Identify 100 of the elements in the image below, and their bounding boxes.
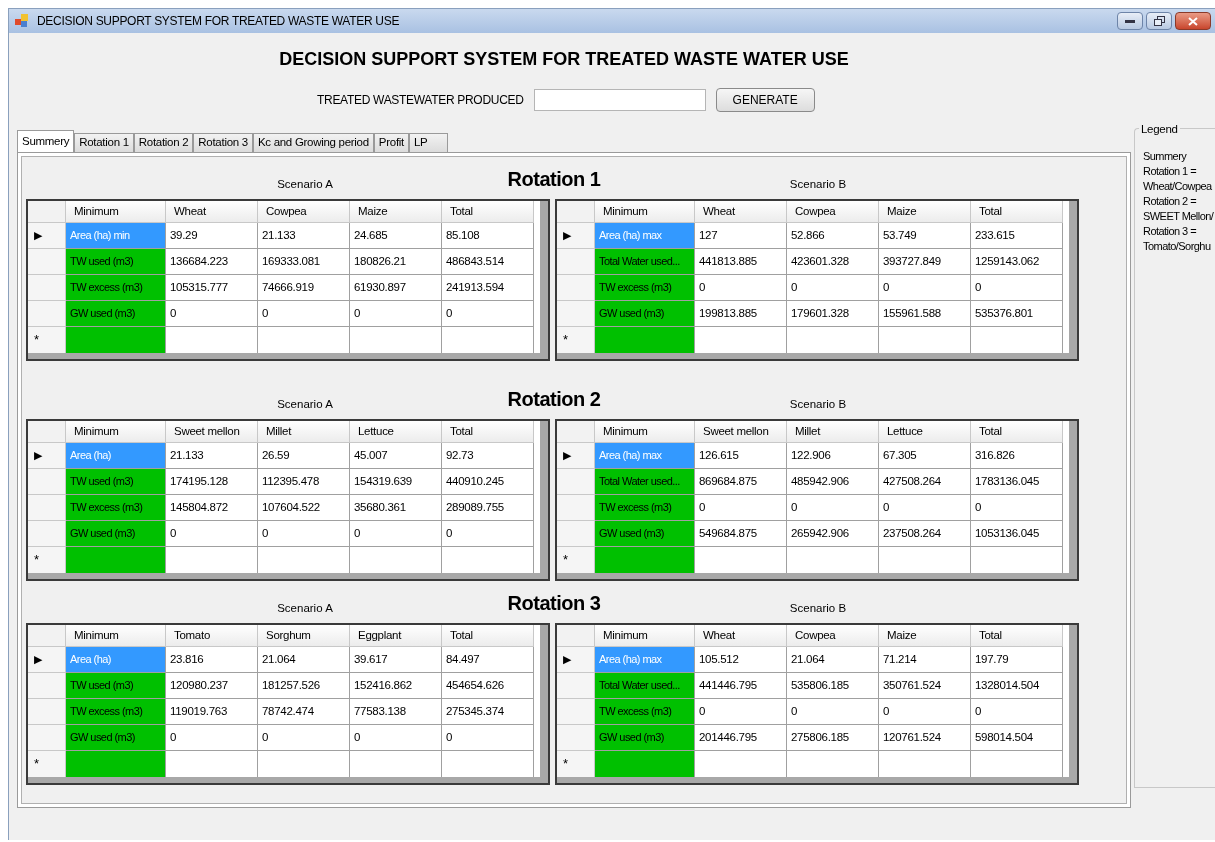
row-label-cell[interactable]: TW excess (m3): [595, 275, 695, 301]
tab[interactable]: Kc and Growing period: [252, 133, 374, 152]
column-header[interactable]: Total: [442, 421, 534, 443]
row-label-cell[interactable]: Total Water used...: [595, 469, 695, 495]
column-header[interactable]: Total: [442, 201, 534, 223]
column-header[interactable]: Tomato: [166, 625, 258, 647]
row-label-cell[interactable]: GW used (m3): [66, 521, 166, 547]
new-row-label-cell[interactable]: [66, 751, 166, 777]
minimize-button[interactable]: [1117, 12, 1143, 30]
column-header[interactable]: Minimum: [66, 421, 166, 443]
row-header[interactable]: ▶: [557, 647, 595, 673]
generate-button[interactable]: GENERATE: [715, 88, 815, 112]
row-header[interactable]: ▶: [28, 443, 66, 469]
column-header[interactable]: Millet: [787, 421, 879, 443]
table-cell: 0: [879, 699, 971, 725]
row-label-cell[interactable]: TW excess (m3): [595, 495, 695, 521]
row-header[interactable]: [557, 469, 595, 495]
row-header[interactable]: [557, 725, 595, 751]
column-header[interactable]: Millet: [258, 421, 350, 443]
legend-text: Rotation 1 =: [1143, 164, 1198, 179]
new-row-label-cell[interactable]: [66, 327, 166, 353]
row-label-cell[interactable]: TW used (m3): [66, 469, 166, 495]
row-header[interactable]: ▶: [557, 223, 595, 249]
row-header[interactable]: [557, 495, 595, 521]
row-header[interactable]: *: [28, 547, 66, 573]
column-header[interactable]: Eggplant: [350, 625, 442, 647]
row-header[interactable]: [28, 699, 66, 725]
column-header[interactable]: Wheat: [695, 625, 787, 647]
column-header[interactable]: Maize: [879, 201, 971, 223]
column-header[interactable]: Cowpea: [258, 201, 350, 223]
column-header[interactable]: Maize: [879, 625, 971, 647]
row-label-cell[interactable]: GW used (m3): [595, 301, 695, 327]
column-header[interactable]: Sweet mellon: [695, 421, 787, 443]
row-header[interactable]: [28, 673, 66, 699]
column-header[interactable]: Minimum: [595, 201, 695, 223]
row-label-cell[interactable]: TW used (m3): [66, 673, 166, 699]
row-label-cell[interactable]: TW excess (m3): [66, 495, 166, 521]
row-header[interactable]: ▶: [28, 647, 66, 673]
tab[interactable]: Rotation 3: [193, 133, 253, 152]
row-label-cell[interactable]: TW excess (m3): [66, 699, 166, 725]
tab[interactable]: LP: [408, 133, 449, 152]
restore-button[interactable]: [1146, 12, 1172, 30]
row-label-cell[interactable]: TW excess (m3): [595, 699, 695, 725]
row-header[interactable]: [28, 301, 66, 327]
close-button[interactable]: [1175, 12, 1211, 30]
row-header[interactable]: [557, 301, 595, 327]
row-header[interactable]: *: [557, 751, 595, 777]
row-header[interactable]: [28, 275, 66, 301]
row-label-cell[interactable]: TW used (m3): [66, 249, 166, 275]
column-header[interactable]: Lettuce: [879, 421, 971, 443]
column-header[interactable]: Total: [971, 201, 1063, 223]
row-header[interactable]: [557, 249, 595, 275]
new-row-label-cell[interactable]: [66, 547, 166, 573]
row-header[interactable]: ▶: [28, 223, 66, 249]
column-header[interactable]: Minimum: [595, 421, 695, 443]
row-header[interactable]: [28, 495, 66, 521]
row-label-cell[interactable]: GW used (m3): [595, 725, 695, 751]
row-label-cell[interactable]: Total Water used...: [595, 673, 695, 699]
row-header[interactable]: [28, 249, 66, 275]
tab[interactable]: Profit: [373, 133, 409, 152]
new-row-label-cell[interactable]: [595, 327, 695, 353]
row-header[interactable]: [557, 521, 595, 547]
column-header[interactable]: Total: [971, 421, 1063, 443]
column-header[interactable]: Minimum: [66, 201, 166, 223]
row-label-cell[interactable]: Total Water used...: [595, 249, 695, 275]
table-cell: 535806.185: [787, 673, 879, 699]
column-header[interactable]: Cowpea: [787, 201, 879, 223]
new-row-label-cell[interactable]: [595, 751, 695, 777]
row-header[interactable]: [557, 699, 595, 725]
column-header[interactable]: Wheat: [166, 201, 258, 223]
row-label-cell[interactable]: TW excess (m3): [66, 275, 166, 301]
column-header[interactable]: Cowpea: [787, 625, 879, 647]
row-label-cell[interactable]: GW used (m3): [66, 301, 166, 327]
wastewater-input-field[interactable]: [533, 89, 706, 111]
row-header[interactable]: *: [28, 327, 66, 353]
table-cell: 233.615: [971, 223, 1063, 249]
column-header[interactable]: Sorghum: [258, 625, 350, 647]
row-label-cell[interactable]: GW used (m3): [66, 725, 166, 751]
column-header[interactable]: Total: [442, 625, 534, 647]
row-header[interactable]: ▶: [557, 443, 595, 469]
column-header[interactable]: Sweet mellon: [166, 421, 258, 443]
tab[interactable]: Rotation 1: [74, 133, 134, 152]
row-header[interactable]: [28, 521, 66, 547]
column-header[interactable]: Wheat: [695, 201, 787, 223]
row-header[interactable]: [28, 469, 66, 495]
row-header[interactable]: [557, 673, 595, 699]
row-header[interactable]: *: [557, 547, 595, 573]
column-header[interactable]: Minimum: [595, 625, 695, 647]
column-header[interactable]: Lettuce: [350, 421, 442, 443]
row-header[interactable]: [557, 275, 595, 301]
row-header[interactable]: [28, 725, 66, 751]
row-header[interactable]: *: [557, 327, 595, 353]
new-row-label-cell[interactable]: [595, 547, 695, 573]
row-header[interactable]: *: [28, 751, 66, 777]
column-header[interactable]: Total: [971, 625, 1063, 647]
column-header[interactable]: Minimum: [66, 625, 166, 647]
tab[interactable]: Rotation 2: [133, 133, 194, 152]
column-header[interactable]: Maize: [350, 201, 442, 223]
tab[interactable]: Summery: [17, 130, 75, 152]
row-label-cell[interactable]: GW used (m3): [595, 521, 695, 547]
